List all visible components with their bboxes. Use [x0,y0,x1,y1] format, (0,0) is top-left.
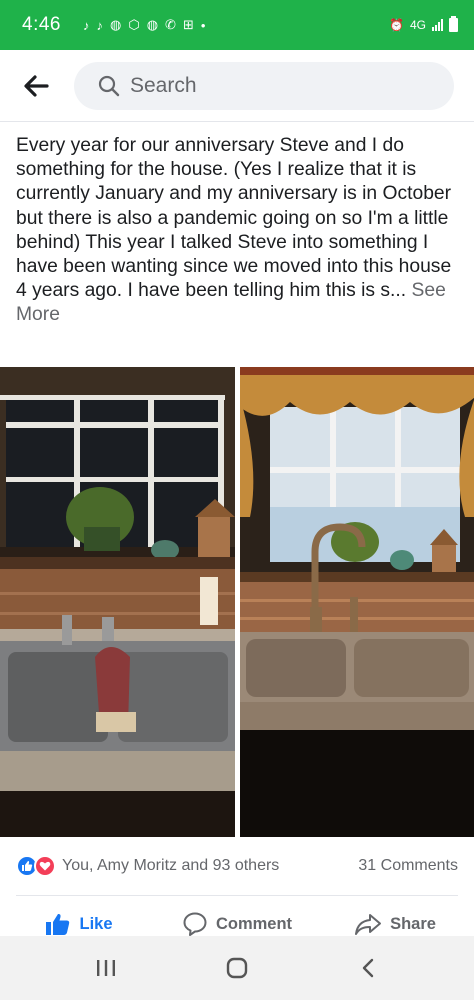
globe-icon: ◍ [109,17,122,32]
status-bar: 4:46 ♪ ♪ ◍ ⬡ ◍ ✆ ⊞ • ⏰ 4G [0,0,474,50]
battery-icon [449,16,458,32]
system-nav-bar [0,936,474,1000]
system-status: ⏰ 4G [389,16,458,32]
tiktok-icon: ♪ [96,17,103,33]
back-arrow-icon [24,74,49,97]
post-body: Every year for our anniversary Steve and… [16,134,462,328]
network-type: 4G [409,18,426,32]
tiktok-icon: ♪ [82,17,90,33]
like-label: Like [79,914,113,933]
search-input[interactable]: Search [74,61,454,110]
reactions-summary[interactable]: You, Amy Moritz and 93 others 31 Comment… [16,852,458,880]
thumbs-up-icon [46,913,70,935]
post-photos [0,367,474,837]
alarm-icon: ⏰ [389,18,404,32]
back-button[interactable] [0,50,72,122]
notification-icons: ♪ ♪ ◍ ⬡ ◍ ✆ ⊞ • [83,17,205,33]
before-kitchen-sink-photo[interactable] [0,367,235,837]
wifi-call-icon: ✆ [165,17,176,32]
love-reaction-icon [34,855,56,877]
grid-icon: ⊞ [182,17,194,32]
comment-count-link[interactable]: 31 Comments [358,857,458,875]
post-text: Every year for our anniversary Steve and… [16,135,452,302]
globe-icon: ◍ [146,17,159,32]
system-back-button[interactable] [338,948,398,988]
share-arrow-icon [355,914,382,935]
top-bar: Search [0,50,474,122]
recent-apps-button[interactable] [76,948,136,988]
status-time: 4:46 [22,14,61,35]
signal-icon [432,19,443,31]
comment-bubble-icon [183,912,207,936]
recent-apps-icon [96,960,115,976]
dot-icon: • [200,17,206,33]
share-label: Share [390,914,436,933]
search-placeholder: Search [130,73,197,97]
chevron-left-icon [363,958,374,978]
reaction-icons [16,855,56,877]
comment-label: Comment [215,914,293,933]
home-icon [226,957,248,979]
reaction-names: You, Amy Moritz and 93 others [62,857,280,874]
home-button[interactable] [207,948,267,988]
box-icon: ⬡ [128,17,140,32]
search-icon [98,75,120,97]
divider [16,895,458,896]
after-kitchen-sink-photo[interactable] [239,367,474,837]
